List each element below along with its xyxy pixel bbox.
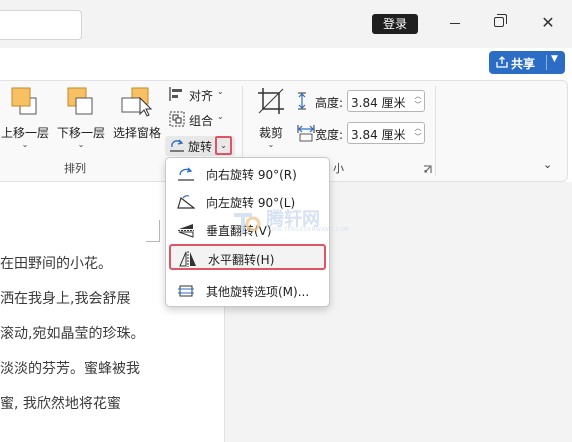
bring-forward-label: 上移一层 <box>0 126 49 140</box>
menu-item-label: 其他旋转选项(M)... <box>206 285 310 299</box>
menu-item-label: 向右旋转 90°(R) <box>206 168 297 182</box>
menu-item-more-rotation[interactable]: 其他旋转选项(M)... <box>169 278 326 304</box>
watermark: 腾轩网 WWW.TENGXUANWANG.COM <box>232 205 348 237</box>
watermark-logo-icon <box>234 213 261 233</box>
bring-forward-icon <box>11 87 37 115</box>
group-button[interactable]: 组合 ⌄ <box>167 110 227 128</box>
document-line: 淡淡的芬芳。蜜蜂被我 <box>0 361 140 377</box>
bring-forward-button[interactable]: 上移一层 ⌄ <box>0 84 52 154</box>
align-icon <box>169 87 182 101</box>
watermark-subtext: WWW.TENGXUANWANG.COM <box>266 227 349 233</box>
spin-down-icon[interactable]: ﹀ <box>413 132 423 142</box>
dialog-launcher-icon[interactable] <box>423 165 432 174</box>
login-button[interactable]: 登录 <box>372 14 418 34</box>
crop-button[interactable]: 裁剪 ⌄ <box>252 84 290 154</box>
menu-item-rotate-right[interactable]: 向右旋转 90°(R) <box>169 161 326 187</box>
collapse-ribbon-icon[interactable]: ⌄ <box>543 158 552 171</box>
chevron-down-icon: ⌄ <box>21 140 29 149</box>
document-line: 滚动,宛如晶莹的珍珠。 <box>0 326 145 342</box>
share-button[interactable]: 共享 ▼ <box>489 51 565 74</box>
document-line: 洒在我身上,我会舒展 <box>0 291 131 307</box>
rotate-dropdown-button[interactable]: ⌄ <box>215 136 232 155</box>
margin-marker <box>146 220 160 242</box>
height-value: 3.84 厘米 <box>351 96 406 110</box>
chevron-down-icon: ⌄ <box>77 140 85 149</box>
width-label: 宽度: <box>315 128 344 142</box>
rotate-icon <box>170 139 184 152</box>
width-row: 宽度: 3.84 厘米 ︿ ﹀ <box>297 122 427 144</box>
menu-item-label: 水平翻转(H) <box>208 253 275 267</box>
height-icon <box>298 92 306 110</box>
restore-icon[interactable] <box>494 14 507 27</box>
send-backward-label: 下移一层 <box>56 126 105 140</box>
share-divider <box>546 55 547 70</box>
send-backward-button[interactable]: 下移一层 ⌄ <box>54 84 108 154</box>
rotate-right-icon <box>178 167 194 181</box>
chevron-down-icon: ⌄ <box>217 112 224 121</box>
flip-horizontal-icon <box>179 251 196 267</box>
crop-label: 裁剪 <box>258 126 283 140</box>
menu-item-flip-horizontal[interactable]: 水平翻转(H) <box>169 244 326 270</box>
chevron-down-icon: ⌄ <box>217 87 224 96</box>
flip-vertical-icon <box>178 224 194 238</box>
group-label: 组合 <box>189 114 214 128</box>
crop-icon <box>258 88 284 114</box>
chevron-down-icon[interactable]: ▼ <box>551 54 558 64</box>
title-bar: 登录 ✕ <box>0 0 572 48</box>
rotate-left-icon <box>177 195 195 209</box>
close-icon[interactable]: ✕ <box>540 14 556 32</box>
group-icon <box>169 111 185 127</box>
width-input[interactable]: 3.84 厘米 ︿ ﹀ <box>347 122 425 144</box>
share-icon <box>496 56 508 68</box>
align-label: 对齐 <box>189 89 214 103</box>
document-line: 在田野间的小花。 <box>0 256 112 272</box>
width-icon <box>297 125 315 142</box>
rotate-button[interactable]: 旋转 ⌄ <box>165 136 235 156</box>
width-value: 3.84 厘米 <box>351 128 406 142</box>
rotate-label: 旋转 <box>188 140 213 154</box>
arrange-group-label: 排列 <box>64 162 86 175</box>
height-input[interactable]: 3.84 厘米 ︿ ﹀ <box>347 90 425 112</box>
selection-pane-icon <box>121 87 153 117</box>
document-line: 蜜, 我欣然地将花蜜 <box>0 396 121 412</box>
ribbon-divider <box>435 86 436 176</box>
align-button[interactable]: 对齐 ⌄ <box>167 85 227 103</box>
height-label: 高度: <box>315 96 344 110</box>
selection-pane-button[interactable]: 选择窗格 <box>110 84 164 140</box>
search-box[interactable] <box>0 10 82 40</box>
send-backward-icon <box>67 87 93 115</box>
share-label: 共享 <box>511 57 536 71</box>
chevron-down-icon: ⌄ <box>267 140 275 149</box>
size-group-label: 小 <box>333 162 344 175</box>
height-row: 高度: 3.84 厘米 ︿ ﹀ <box>297 90 427 112</box>
spin-down-icon[interactable]: ﹀ <box>413 100 423 110</box>
minimize-icon[interactable] <box>450 23 460 24</box>
more-rotation-icon <box>178 285 194 297</box>
selection-pane-label: 选择窗格 <box>112 126 161 140</box>
